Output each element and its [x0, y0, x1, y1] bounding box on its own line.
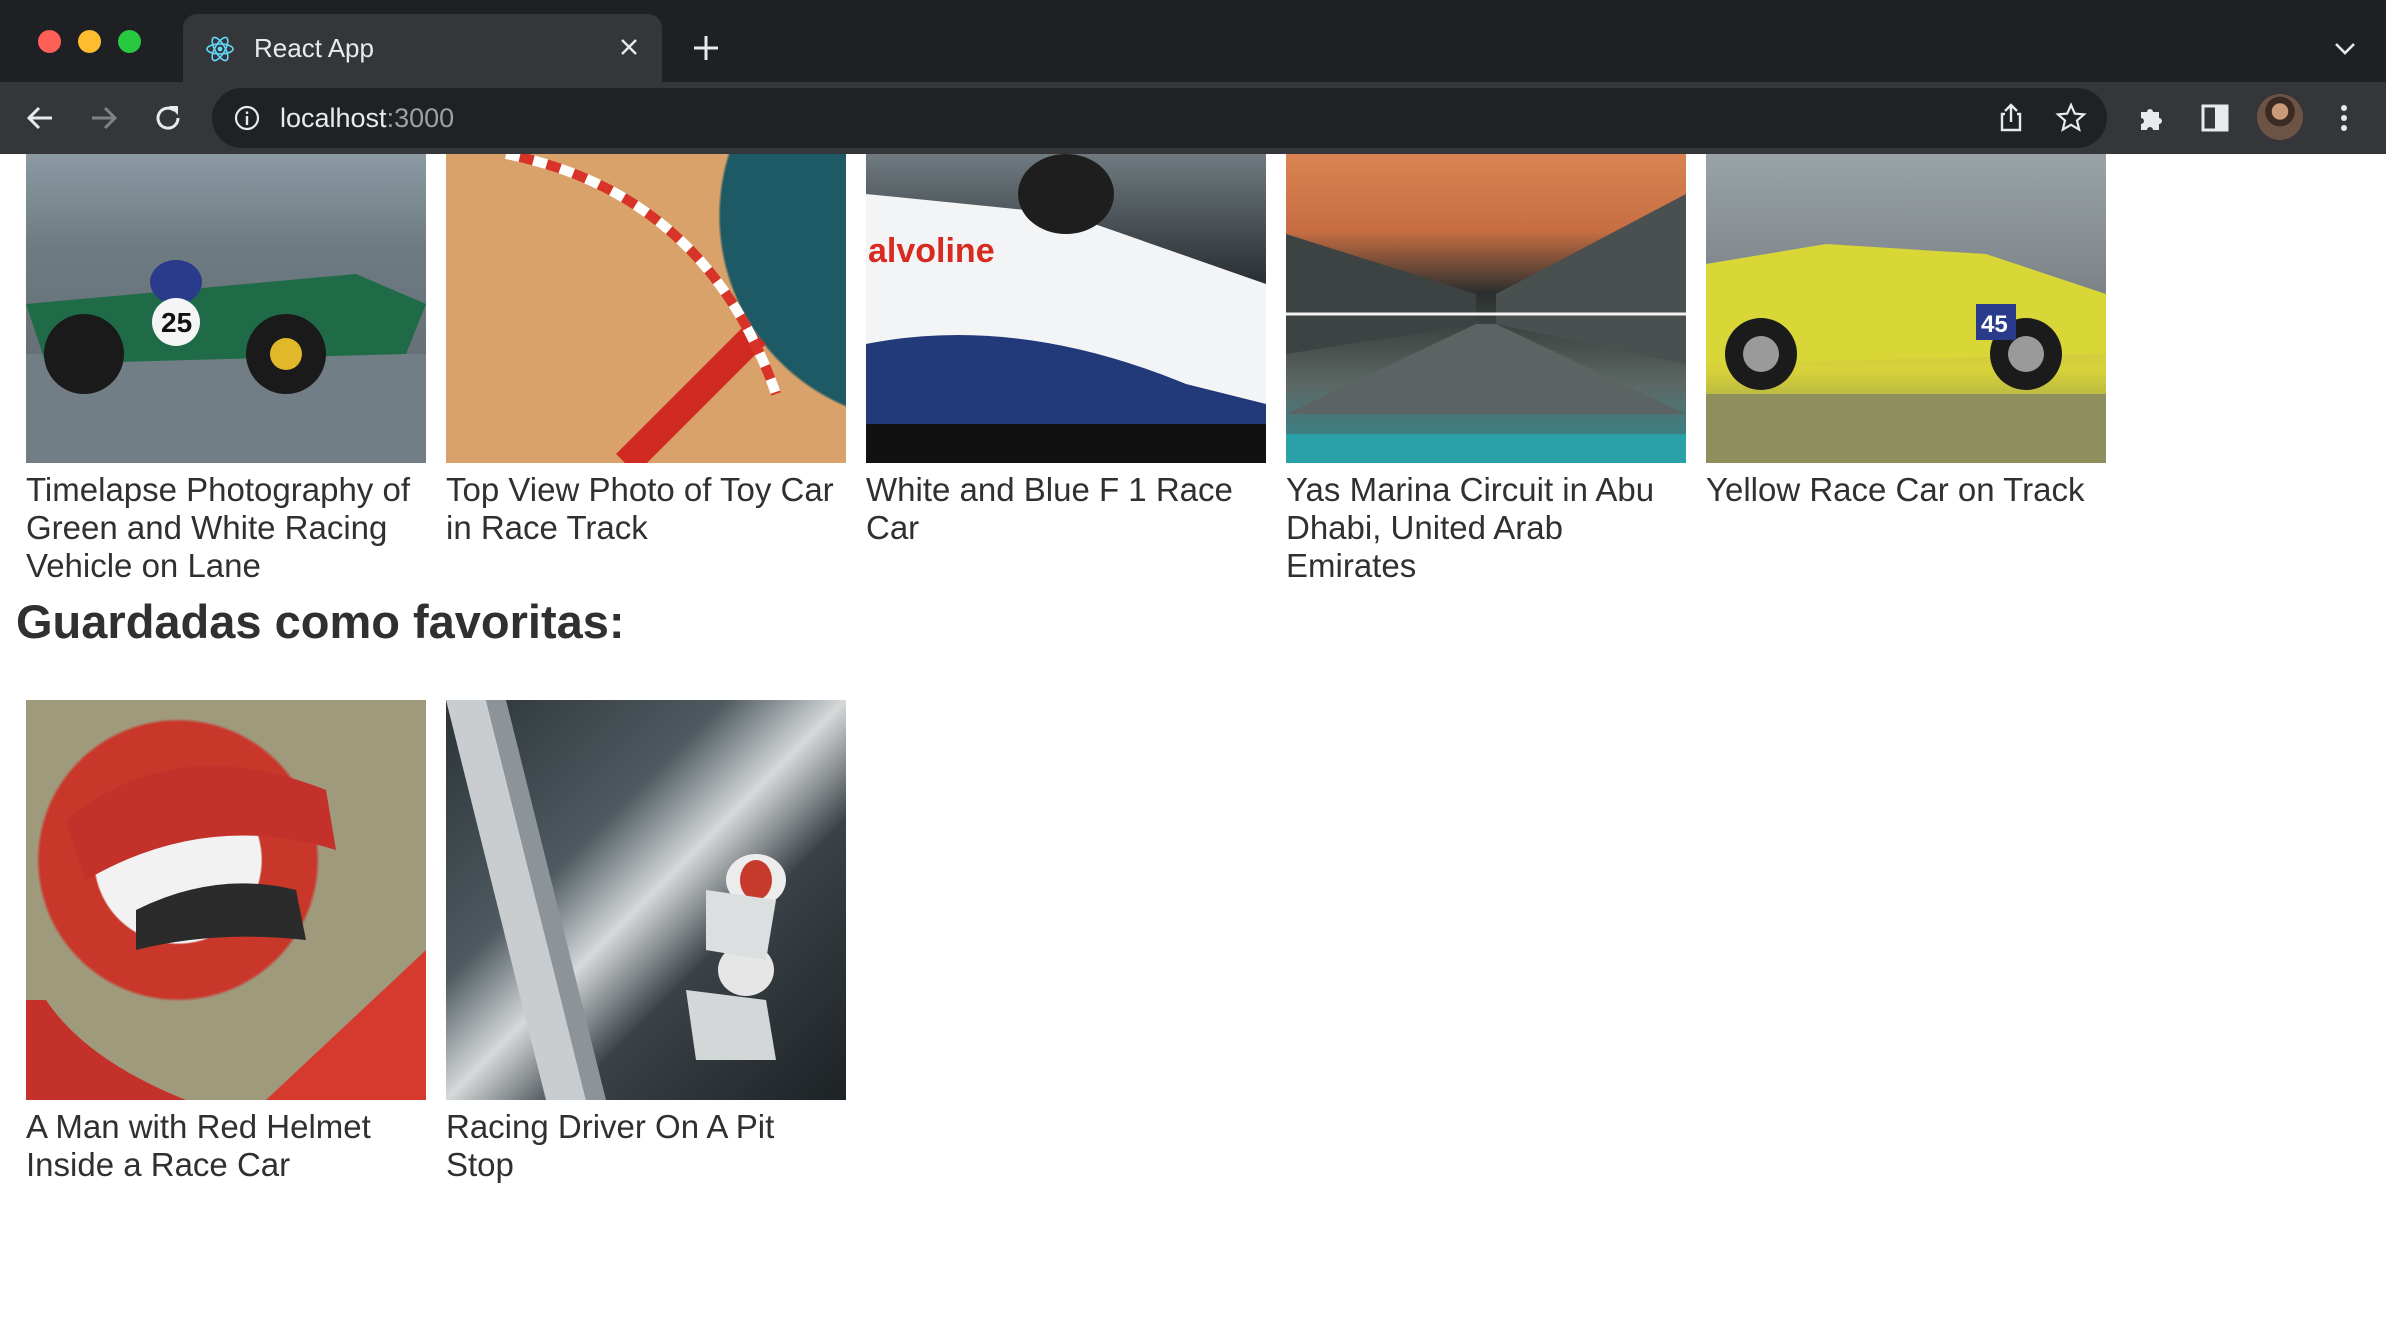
extensions-icon[interactable]: [2131, 98, 2171, 138]
svg-text:alvoline: alvoline: [868, 232, 995, 270]
side-panel-icon[interactable]: [2195, 98, 2235, 138]
photo-image[interactable]: [26, 700, 426, 1100]
profile-avatar[interactable]: [2257, 94, 2303, 140]
favorites-heading: Guardadas como favoritas:: [16, 595, 625, 648]
svg-text:45: 45: [1981, 311, 2008, 338]
favorites-row: A Man with Red Helmet Inside a Race Car …: [26, 700, 846, 1184]
photo-card[interactable]: alvoline White and Blue F 1 Race Car: [866, 0, 1266, 585]
photo-caption: A Man with Red Helmet Inside a Race Car: [26, 1108, 371, 1183]
chevron-down-icon[interactable]: [2330, 34, 2360, 64]
photo-card[interactable]: 45 Yellow Race Car on Track: [1706, 0, 2106, 585]
favorite-card[interactable]: A Man with Red Helmet Inside a Race Car: [26, 700, 426, 1184]
photo-caption: Top View Photo of Toy Car in Race Track: [446, 471, 834, 546]
photo-image[interactable]: alvoline: [866, 154, 1266, 463]
photo-image[interactable]: [1286, 154, 1686, 463]
gallery-row: 25 Timelapse Photography of Green and Wh…: [26, 0, 2106, 585]
photo-card[interactable]: 25 Timelapse Photography of Green and Wh…: [26, 0, 426, 585]
photo-caption: Racing Driver On A Pit Stop: [446, 1108, 775, 1183]
photo-card[interactable]: Yas Marina Circuit in Abu Dhabi, United …: [1286, 0, 1686, 585]
photo-image[interactable]: 25: [26, 154, 426, 463]
svg-text:25: 25: [161, 307, 192, 338]
photo-card[interactable]: Top View Photo of Toy Car in Race Track: [446, 0, 846, 585]
photo-caption: White and Blue F 1 Race Car: [866, 471, 1233, 546]
photo-image[interactable]: 45: [1706, 154, 2106, 463]
page-content: 25 Timelapse Photography of Green and Wh…: [0, 154, 2386, 1334]
photo-caption: Yas Marina Circuit in Abu Dhabi, United …: [1286, 471, 1655, 584]
menu-icon[interactable]: [2324, 98, 2364, 138]
photo-image[interactable]: [446, 700, 846, 1100]
favorite-card[interactable]: Racing Driver On A Pit Stop: [446, 700, 846, 1184]
photo-caption: Timelapse Photography of Green and White…: [26, 471, 410, 584]
photo-caption: Yellow Race Car on Track: [1706, 471, 2085, 508]
photo-image[interactable]: [446, 154, 846, 463]
